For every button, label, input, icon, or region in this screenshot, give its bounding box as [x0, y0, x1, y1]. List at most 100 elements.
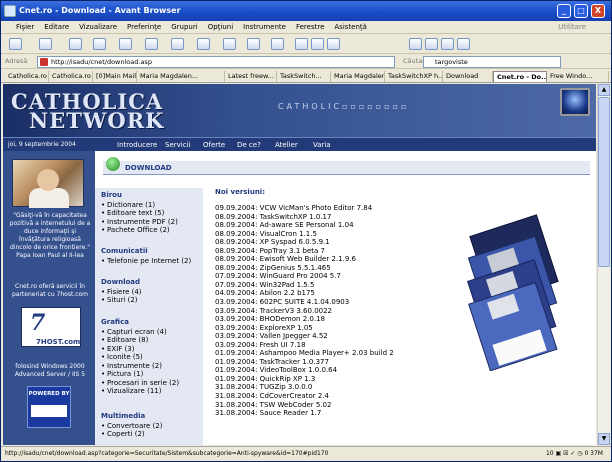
category-link[interactable]: Pachete Office (2): [101, 226, 201, 235]
news-row[interactable]: 03.09.2004: BHODemon 2.0.18: [215, 315, 455, 324]
zoom-in-icon[interactable]: [295, 38, 308, 50]
favorites-icon[interactable]: [145, 38, 158, 50]
category-link[interactable]: Situri (2): [101, 296, 201, 305]
news-row[interactable]: 08.09.2004: ZipGenius 5.5.1.465: [215, 264, 455, 273]
news-row[interactable]: 08.09.2004: PopTray 3.1 beta 7: [215, 247, 455, 256]
menu-help[interactable]: Asistenţă: [329, 21, 372, 34]
tab-item[interactable]: TaskSwitchXP h...: [385, 71, 443, 82]
news-row[interactable]: 03.09.2004: Fresh UI 7.18: [215, 341, 455, 350]
news-row[interactable]: 07.09.2004: Win32Pad 1.5.5: [215, 281, 455, 290]
news-row[interactable]: 31.08.2004: CdCoverCreator 2.4: [215, 392, 455, 401]
menu-windows[interactable]: Ferestre: [291, 21, 329, 34]
zoom-out-icon[interactable]: [311, 38, 324, 50]
category-link[interactable]: Iconite (5): [101, 353, 201, 362]
nav-servicii[interactable]: Servicii: [165, 141, 190, 149]
news-row[interactable]: 03.09.2004: 602PC SUITE 4.1.04.0903: [215, 298, 455, 307]
address-input[interactable]: http://isadu/cnet/download.asp: [37, 56, 395, 68]
back-icon[interactable]: [9, 38, 22, 50]
pen-icon[interactable]: [457, 38, 470, 50]
tab-item[interactable]: Catholica.ro - Acti...: [5, 71, 49, 82]
news-row[interactable]: 01.09.2004: Ashampoo Media Player+ 2.03 …: [215, 349, 455, 358]
nav-introducere[interactable]: Introducere: [117, 141, 157, 149]
category-link[interactable]: Capturi ecran (4): [101, 328, 201, 337]
settings-icon[interactable]: [425, 38, 438, 50]
category-link[interactable]: Convertoare (2): [101, 422, 201, 431]
category-link[interactable]: Procesari in serie (2): [101, 379, 201, 388]
category-link[interactable]: Vizualizare (11): [101, 387, 201, 396]
title-bar[interactable]: Cnet.ro - Download - Avant Browser _ □ X: [1, 1, 611, 21]
category-link[interactable]: Editoare text (5): [101, 209, 201, 218]
scroll-down-icon[interactable]: ▼: [598, 433, 610, 445]
news-row[interactable]: 08.09.2004: XP Syspad 6.0.5.9.1: [215, 238, 455, 247]
search-input[interactable]: targoviste: [423, 56, 561, 68]
7host-logo[interactable]: 7 7HOST.com: [21, 307, 81, 347]
tab-item[interactable]: Download: [443, 71, 493, 82]
news-row[interactable]: 03.09.2004: ExploreXP 1.05: [215, 324, 455, 333]
nav-atelier[interactable]: Atelier: [275, 141, 298, 149]
fullscreen-icon[interactable]: [327, 38, 340, 50]
menu-file[interactable]: Fişier: [11, 21, 39, 34]
tab-item[interactable]: Maria Magdalen...: [137, 71, 225, 82]
cascade-icon[interactable]: [271, 38, 284, 50]
tab-item[interactable]: Maria Magdalen...: [331, 71, 385, 82]
refresh-icon[interactable]: [93, 38, 106, 50]
category-link[interactable]: Instrumente (2): [101, 362, 201, 371]
menu-edit[interactable]: Editare: [39, 21, 74, 34]
news-row[interactable]: 08.09.2004: VisualCron 1.1.5: [215, 230, 455, 239]
news-row[interactable]: 03.09.2004: Vallen Jpegger 4.52: [215, 332, 455, 341]
nav-varia[interactable]: Varia: [313, 141, 331, 149]
nav-oferte[interactable]: Oferte: [203, 141, 225, 149]
news-row[interactable]: 09.09.2004: VCW VicMan's Photo Editor 7.…: [215, 204, 455, 213]
print-icon[interactable]: [197, 38, 210, 50]
news-row[interactable]: 01.09.2004: QuickRip XP 1.3: [215, 375, 455, 384]
news-row[interactable]: 31.08.2004: TUGZip 3.0.0.0: [215, 383, 455, 392]
menu-groups[interactable]: Grupuri: [166, 21, 202, 34]
category-link[interactable]: Coperti (2): [101, 430, 201, 439]
utilities-label[interactable]: Utilitare: [553, 21, 591, 34]
block-popups-icon[interactable]: [409, 38, 422, 50]
menu-preferences[interactable]: Preferinţe: [122, 21, 166, 34]
minimize-button[interactable]: _: [557, 4, 571, 18]
tab-item[interactable]: Catholica.ro - Acti...: [49, 71, 93, 82]
flash-icon[interactable]: [441, 38, 454, 50]
nav-de-ce[interactable]: De ce?: [237, 141, 261, 149]
scroll-up-icon[interactable]: ▲: [598, 84, 610, 96]
new-tab-icon[interactable]: [223, 38, 236, 50]
category-link[interactable]: Fisiere (4): [101, 288, 201, 297]
category-link[interactable]: Dictionare (1): [101, 201, 201, 210]
forward-icon[interactable]: [39, 38, 52, 50]
category-link[interactable]: EXIF (3): [101, 345, 201, 354]
category-link[interactable]: Editoare (8): [101, 336, 201, 345]
close-button[interactable]: X: [591, 4, 605, 18]
menu-view[interactable]: Vizualizare: [74, 21, 122, 34]
news-row[interactable]: 31.08.2004: Sauce Reader 1.7: [215, 409, 455, 418]
tab-item[interactable]: Latest freew...: [225, 71, 277, 82]
news-row[interactable]: 03.09.2004: TrackerV3 3.60.0022: [215, 307, 455, 316]
news-row[interactable]: 01.09.2004: TaskTracker 1.0.377: [215, 358, 455, 367]
category-link[interactable]: Pictura (1): [101, 370, 201, 379]
news-row[interactable]: 04.09.2004: Abilon 2.2 b175: [215, 289, 455, 298]
powered-by-badge[interactable]: POWERED BY: [27, 386, 71, 428]
tab-item[interactable]: [0]Main Mailbox:...: [93, 71, 137, 82]
menu-options[interactable]: Opţiuni: [203, 21, 238, 34]
maximize-button[interactable]: □: [574, 4, 588, 18]
category-link[interactable]: Instrumente PDF (2): [101, 218, 201, 227]
news-row[interactable]: 31.08.2004: TSW WebCoder 5.02: [215, 401, 455, 410]
vertical-scrollbar[interactable]: ▲ ▼: [597, 84, 610, 445]
tab-item[interactable]: TaskSwitch...: [277, 71, 331, 82]
tile-icon[interactable]: [247, 38, 260, 50]
news-row[interactable]: 08.09.2004: Ad-aware SE Personal 1.04: [215, 221, 455, 230]
history-icon[interactable]: [171, 38, 184, 50]
news-row[interactable]: 08.09.2004: Ewisoft Web Builder 2.1.9.6: [215, 255, 455, 264]
tab-active[interactable]: Cnet.ro - Do...: [493, 71, 547, 82]
news-row[interactable]: 07.09.2004: WinGuard Pro 2004 5.7: [215, 272, 455, 281]
menu-tools[interactable]: Instrumente: [238, 21, 291, 34]
tab-item[interactable]: Free Windo...: [547, 71, 609, 82]
home-icon[interactable]: [119, 38, 132, 50]
news-row[interactable]: 01.09.2004: VideoToolBox 1.0.0.64: [215, 366, 455, 375]
scroll-thumb[interactable]: [598, 97, 610, 267]
news-row[interactable]: 08.09.2004: TaskSwitchXP 1.0.17: [215, 213, 455, 222]
site-logo-line2[interactable]: NETWORK: [29, 108, 164, 133]
category-link[interactable]: Telefonie pe Internet (2): [101, 257, 201, 266]
stop-icon[interactable]: [69, 38, 82, 50]
